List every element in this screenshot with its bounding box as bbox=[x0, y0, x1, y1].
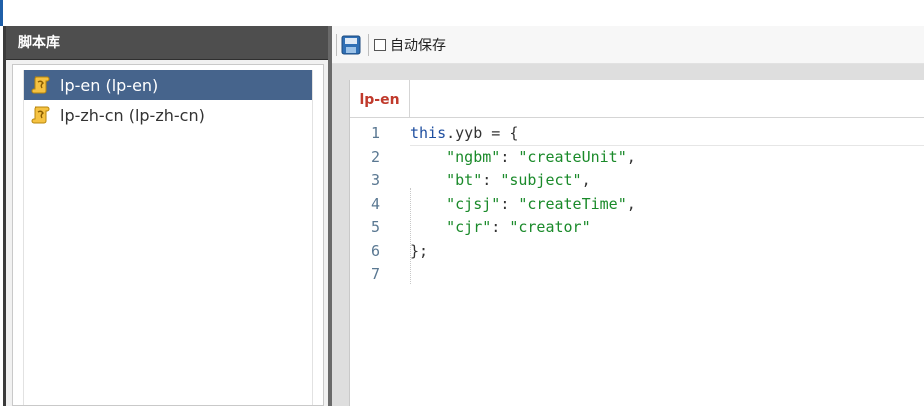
tree-item-lp-zh-cn[interactable]: lp-zh-cn (lp-zh-cn) bbox=[24, 100, 312, 130]
tree-item-label: lp-en (lp-en) bbox=[60, 75, 159, 95]
tab-lp-en[interactable]: lp-en bbox=[350, 80, 410, 118]
line-number: 1 bbox=[370, 124, 380, 142]
line-number: 3 bbox=[370, 171, 380, 189]
editor-tabs: lp-en bbox=[350, 80, 924, 118]
tree-list: lp-en (lp-en) lp-zh-cn (lp-zh-cn) bbox=[23, 70, 313, 405]
code-line: 6 }; bbox=[350, 240, 924, 264]
code-text: "cjr": "creator" bbox=[446, 218, 591, 236]
line-number: 4 bbox=[370, 194, 380, 213]
code-text: "cjsj": "createTime", bbox=[446, 194, 636, 213]
save-icon[interactable] bbox=[341, 35, 361, 55]
code-text: "ngbm": "createUnit", bbox=[446, 147, 636, 166]
window-accent bbox=[0, 0, 3, 26]
panel-title: 脚本库 bbox=[6, 26, 328, 60]
line-number: 5 bbox=[370, 218, 380, 236]
code-line: 5 "cjr": "creator" bbox=[350, 216, 924, 240]
toolbar-separator bbox=[368, 34, 369, 56]
script-scroll-icon bbox=[31, 76, 50, 94]
editor-toolbar: 自动保存 bbox=[332, 26, 924, 64]
tree-item-lp-en[interactable]: lp-en (lp-en) bbox=[24, 70, 312, 100]
script-library-panel: 脚本库 lp-en (lp-en) lp-zh-cn (lp-zh-cn) bbox=[3, 26, 328, 406]
code-line: 3 "bt": "subject", bbox=[350, 169, 924, 193]
line-number: 7 bbox=[370, 265, 380, 283]
code-line: 1 this.yyb = { bbox=[350, 122, 924, 146]
autosave-label: 自动保存 bbox=[390, 38, 446, 54]
code-editor[interactable]: lp-en 1 this.yyb = { 2 "ngbm": "createUn… bbox=[349, 80, 924, 406]
code-area[interactable]: 1 this.yyb = { 2 "ngbm": "createUnit", 3… bbox=[350, 122, 924, 287]
checkbox-box[interactable] bbox=[374, 39, 386, 51]
code-line: 4 "cjsj": "createTime", bbox=[350, 193, 924, 217]
code-text: this.yyb = { bbox=[410, 124, 519, 142]
editor-panel: 自动保存 lp-en 1 this.yyb = { 2 "ngbm": "cre… bbox=[332, 26, 924, 406]
autosave-checkbox[interactable]: 自动保存 bbox=[374, 35, 446, 55]
line-number: 6 bbox=[370, 241, 380, 260]
code-text: "bt": "subject", bbox=[446, 171, 591, 189]
tree-item-label: lp-zh-cn (lp-zh-cn) bbox=[60, 105, 205, 125]
script-tree: lp-en (lp-en) lp-zh-cn (lp-zh-cn) bbox=[12, 64, 324, 406]
code-text: }; bbox=[410, 241, 429, 260]
active-line-marker bbox=[410, 145, 924, 146]
code-line: 7 bbox=[350, 263, 924, 287]
script-scroll-icon bbox=[31, 106, 50, 124]
indent-guide bbox=[410, 188, 412, 284]
line-number: 2 bbox=[370, 147, 380, 166]
code-line: 2 "ngbm": "createUnit", bbox=[350, 146, 924, 170]
toolbar-separator bbox=[336, 34, 337, 56]
top-strip bbox=[0, 0, 924, 26]
